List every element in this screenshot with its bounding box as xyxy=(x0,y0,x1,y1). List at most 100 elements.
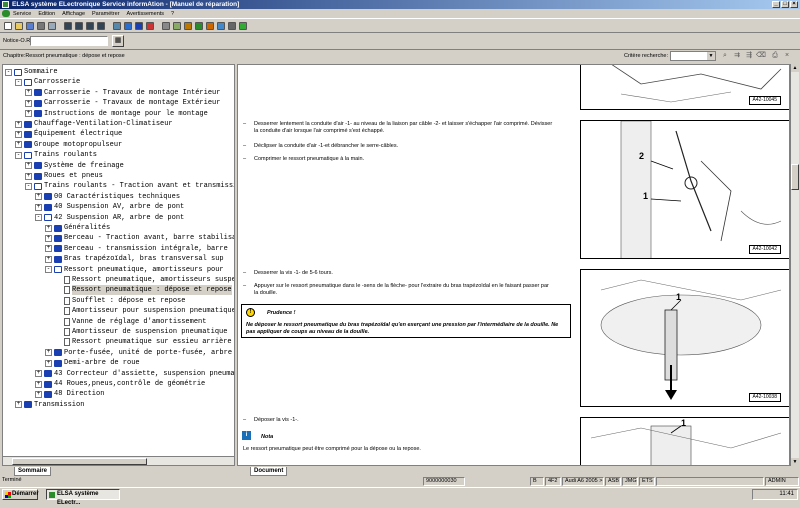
expand-icon[interactable]: + xyxy=(15,130,22,138)
first-icon[interactable] xyxy=(63,20,73,31)
tree-item[interactable]: + Transmission xyxy=(15,400,84,410)
tree-item[interactable]: +43 Correcteur d'assiette, suspension pn… xyxy=(35,369,234,379)
menu-affichage[interactable]: Affichage xyxy=(62,11,85,17)
sync-icon[interactable] xyxy=(238,20,248,31)
tree-item[interactable]: + Système de freinage xyxy=(25,161,124,171)
tree-item[interactable]: Ressort pneumatique sur essieu arrière xyxy=(55,337,232,347)
chevron-down-icon[interactable]: ▼ xyxy=(707,52,715,60)
tree-item[interactable]: Amortisseur de suspension pneumatique xyxy=(55,327,227,337)
tools-icon[interactable] xyxy=(172,20,182,31)
tree-item[interactable]: - Trains roulants xyxy=(15,150,97,160)
clear-search-icon[interactable]: ⌫ xyxy=(756,51,766,61)
tree-item[interactable]: + Bras trapézoïdal, bras transversal sup xyxy=(45,254,224,264)
tree-item[interactable]: +44 Roues,pneus,contrôle de géométrie xyxy=(35,379,205,389)
tree-item[interactable]: Ressort pneumatique : dépose et repose xyxy=(55,285,232,296)
tree-item[interactable]: + Carrosserie - Travaux de montage Extéri… xyxy=(25,98,220,108)
collapse-icon[interactable]: - xyxy=(45,266,52,274)
expand-icon[interactable]: + xyxy=(25,162,32,170)
close-button[interactable]: × xyxy=(790,1,798,8)
expand-icon[interactable]: + xyxy=(35,370,42,378)
tree-item[interactable]: - Sommaire xyxy=(5,67,58,77)
tree-item[interactable]: - 42 Suspension AR, arbre de pont xyxy=(35,213,184,223)
expand-icon[interactable]: + xyxy=(25,172,32,180)
tree-item[interactable]: + Berceau - transmission intégrale, barre xyxy=(45,244,228,254)
search-icon[interactable] xyxy=(112,20,122,31)
tab-document[interactable]: Document xyxy=(250,467,288,476)
panel-close-icon[interactable]: × xyxy=(782,51,792,61)
expand-icon[interactable]: + xyxy=(45,359,52,367)
expand-icon[interactable]: + xyxy=(35,193,42,201)
tree-item[interactable]: + Roues et pneus xyxy=(25,171,103,181)
tree-item[interactable]: - Carrosserie xyxy=(15,77,80,87)
menu-help[interactable]: ? xyxy=(171,11,174,17)
tree-item[interactable]: + Chauffage-Ventilation-Climatiseur xyxy=(15,119,173,129)
expand-icon[interactable]: + xyxy=(45,234,52,242)
tree-item[interactable]: + Carrosserie - Travaux de montage Intéri… xyxy=(25,88,220,98)
tree-item[interactable]: + Instructions de montage pour le montage xyxy=(25,109,208,119)
tab-sommaire[interactable]: Sommaire xyxy=(14,467,52,476)
vertical-scrollbar[interactable]: ▲ ▼ xyxy=(790,64,799,466)
search-icon[interactable]: ⌕ xyxy=(720,51,730,61)
scroll-up-icon[interactable]: ▲ xyxy=(791,64,799,72)
menu-avertissements[interactable]: Avertissements xyxy=(127,11,165,17)
help-icon[interactable] xyxy=(183,20,193,31)
notice-action-icon[interactable]: ▦ xyxy=(112,35,124,47)
find-all-icon[interactable]: ⇶ xyxy=(744,51,754,61)
collapse-icon[interactable]: - xyxy=(5,68,12,76)
minimize-button[interactable]: _ xyxy=(772,1,780,8)
tree-item[interactable]: + Équipement électrique xyxy=(15,129,122,139)
collapse-icon[interactable]: - xyxy=(25,182,32,190)
expand-icon[interactable]: + xyxy=(15,141,22,149)
collapse-icon[interactable]: - xyxy=(15,151,22,159)
tree-item[interactable]: Ressort pneumatique, amortisseurs suspe xyxy=(55,275,234,285)
next-icon[interactable] xyxy=(85,20,95,31)
expand-icon[interactable]: + xyxy=(45,224,52,232)
chart-icon[interactable] xyxy=(216,20,226,31)
new-icon[interactable] xyxy=(3,20,13,31)
tree-item[interactable]: Amortisseur pour suspension pneumatique xyxy=(55,306,234,316)
expand-icon[interactable]: + xyxy=(15,401,22,409)
scroll-down-icon[interactable]: ▼ xyxy=(791,458,799,466)
book-icon[interactable] xyxy=(134,20,144,31)
expand-icon[interactable]: + xyxy=(25,110,32,118)
tree-item[interactable]: + Généralités xyxy=(45,223,110,233)
expand-icon[interactable]: + xyxy=(45,255,52,263)
expand-icon[interactable]: + xyxy=(25,99,32,107)
tree-item[interactable]: Soufflet : dépose et repose xyxy=(55,296,185,306)
print-icon[interactable] xyxy=(36,20,46,31)
tree-item[interactable]: - Trains roulants - Traction avant et tra… xyxy=(25,181,234,191)
scroll-thumb[interactable] xyxy=(12,458,147,465)
settings-icon[interactable] xyxy=(161,20,171,31)
car-icon[interactable] xyxy=(205,20,215,31)
maximize-button[interactable]: □ xyxy=(781,1,789,8)
tree-item[interactable]: +00 Caractéristiques techniques xyxy=(35,192,180,202)
expand-icon[interactable]: + xyxy=(35,390,42,398)
taskbar-elsa[interactable]: ELSA système ELectr... xyxy=(46,489,120,506)
save-icon[interactable] xyxy=(25,20,35,31)
expand-icon[interactable]: + xyxy=(45,245,52,253)
collapse-icon[interactable]: - xyxy=(35,214,42,222)
open-icon[interactable] xyxy=(14,20,24,31)
tree-item[interactable]: +40 Suspension AV, arbre de pont xyxy=(35,202,184,212)
expand-icon[interactable]: + xyxy=(35,380,42,388)
scroll-thumb[interactable] xyxy=(791,164,799,190)
notice-input[interactable] xyxy=(30,36,108,46)
menu-service[interactable]: Service xyxy=(13,11,31,17)
info-icon[interactable] xyxy=(123,20,133,31)
bookmark-icon[interactable] xyxy=(145,20,155,31)
menu-parametrer[interactable]: Paramétrer xyxy=(92,11,120,17)
tree-item[interactable]: + Porte-fusée, unité de porte-fusée, arbr… xyxy=(45,348,232,358)
tree-item[interactable]: - Ressort pneumatique, amortisseurs pour xyxy=(45,265,224,275)
last-icon[interactable] xyxy=(96,20,106,31)
home-icon[interactable] xyxy=(194,20,204,31)
search-select[interactable]: ▼ xyxy=(670,51,716,61)
menu-edition[interactable]: Edition xyxy=(38,11,55,17)
collapse-icon[interactable]: - xyxy=(15,78,22,86)
expand-icon[interactable]: + xyxy=(35,203,42,211)
expand-icon[interactable]: + xyxy=(15,120,22,128)
start-button[interactable]: Démarrer xyxy=(2,489,39,500)
export-icon[interactable] xyxy=(227,20,237,31)
preview-icon[interactable] xyxy=(47,20,57,31)
find-next-icon[interactable]: ⇉ xyxy=(732,51,742,61)
horizontal-scrollbar[interactable] xyxy=(2,456,235,466)
